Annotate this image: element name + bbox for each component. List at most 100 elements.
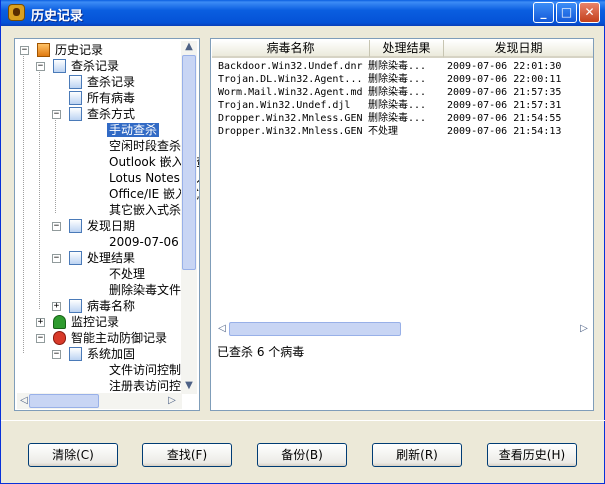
history-window: 历史记录 _ □ ✕ − 历史记录 − 查杀记录 查杀记录 所有病毒 − 查杀方式 手动查杀 空闲… bbox=[0, 0, 605, 484]
scroll-down-icon[interactable]: ▼ bbox=[182, 380, 196, 392]
table-cell: Dropper.Win32.Mnless.GEN bbox=[218, 126, 363, 137]
collapse-icon[interactable]: − bbox=[52, 222, 61, 231]
column-header-date[interactable]: 发现日期 bbox=[444, 40, 593, 58]
title-bar[interactable]: 历史记录 _ □ ✕ bbox=[1, 0, 605, 26]
tree-node[interactable]: 查杀方式 bbox=[69, 106, 137, 122]
collapse-icon[interactable]: − bbox=[52, 254, 61, 263]
table-cell: Worm.Mail.Win32.Agent.md bbox=[218, 87, 363, 98]
table-row[interactable]: Trojan.DL.Win32.Agent... 删除染毒... 2009-07-0… bbox=[215, 73, 591, 86]
tree-node-label: 手动查杀 bbox=[107, 123, 160, 137]
table-cell: 删除染毒... bbox=[368, 61, 427, 72]
maximize-button[interactable]: □ bbox=[556, 2, 577, 23]
scroll-thumb[interactable] bbox=[229, 322, 401, 336]
tree-node[interactable]: 系统加固 bbox=[69, 346, 137, 362]
tree-node[interactable]: 删除染毒文件 bbox=[107, 282, 183, 298]
tree-node[interactable]: 空闲时段查杀 bbox=[107, 138, 183, 154]
expand-icon[interactable]: + bbox=[52, 302, 61, 311]
tree-node-label: 查杀记录 bbox=[71, 59, 120, 73]
table-cell: 删除染毒... bbox=[368, 113, 427, 124]
document-icon bbox=[53, 59, 66, 73]
refresh-button[interactable]: 刷新(R) bbox=[372, 443, 462, 467]
collapse-icon[interactable]: − bbox=[52, 350, 61, 359]
app-logo-icon bbox=[8, 4, 25, 21]
table-cell: 2009-07-06 21:54:13 bbox=[447, 126, 562, 137]
find-button[interactable]: 查找(F) bbox=[142, 443, 232, 467]
tree-node[interactable]: 发现日期 bbox=[69, 218, 137, 234]
table-cell: 2009-07-06 21:57:35 bbox=[447, 87, 562, 98]
virus-list[interactable]: 病毒名称 处理结果 发现日期 Backdoor.Win32.Undef.dnr 删… bbox=[210, 38, 594, 411]
window-title: 历史记录 bbox=[31, 9, 84, 24]
tree-node[interactable]: 历史记录 bbox=[37, 42, 105, 58]
tree-node-label: 智能主动防御记录 bbox=[71, 331, 168, 345]
tree-node-label: 发现日期 bbox=[87, 219, 136, 233]
table-cell: 2009-07-06 22:01:30 bbox=[447, 61, 562, 72]
scroll-right-icon[interactable]: ▷ bbox=[165, 395, 179, 407]
tree-node-label: 2009-07-06 bbox=[109, 235, 179, 249]
umbrella-icon bbox=[53, 315, 66, 329]
table-cell: 2009-07-06 21:57:31 bbox=[447, 100, 562, 111]
expand-icon[interactable]: + bbox=[36, 318, 45, 327]
table-row[interactable]: Dropper.Win32.Mnless.GEN 删除染毒... 2009-07-0… bbox=[215, 112, 591, 125]
document-icon bbox=[69, 75, 82, 89]
tree-node[interactable]: 查杀记录 bbox=[53, 58, 121, 74]
tree-node[interactable]: 2009-07-06 bbox=[107, 234, 181, 250]
view-history-button[interactable]: 查看历史(H) bbox=[487, 443, 577, 467]
tree-node[interactable]: 监控记录 bbox=[53, 314, 121, 330]
document-icon bbox=[69, 219, 82, 233]
document-icon bbox=[69, 347, 82, 361]
scroll-up-icon[interactable]: ▲ bbox=[182, 41, 196, 53]
status-text: 已查杀 6 个病毒 bbox=[217, 345, 305, 359]
button-bar: 清除(C) 查找(F) 备份(B) 刷新(R) 查看历史(H) bbox=[1, 420, 605, 484]
table-row[interactable]: Backdoor.Win32.Undef.dnr 删除染毒... 2009-07-0… bbox=[215, 60, 591, 73]
clear-button[interactable]: 清除(C) bbox=[28, 443, 118, 467]
table-cell: Trojan.Win32.Undef.djl bbox=[218, 100, 351, 111]
tree-node-label: 查杀方式 bbox=[87, 107, 136, 121]
tree-horizontal-scrollbar[interactable]: ◁ ▷ bbox=[17, 393, 182, 409]
tree-node[interactable]: 查杀记录 bbox=[69, 74, 137, 90]
history-root-icon bbox=[37, 43, 50, 57]
table-cell: Dropper.Win32.Mnless.GEN bbox=[218, 113, 363, 124]
tree-node[interactable]: 智能主动防御记录 bbox=[53, 330, 169, 346]
tree-node[interactable]: 手动查杀 bbox=[107, 122, 160, 138]
table-cell: 删除染毒... bbox=[368, 74, 427, 85]
scroll-left-icon[interactable]: ◁ bbox=[215, 323, 229, 335]
shield-icon bbox=[53, 331, 66, 345]
history-tree[interactable]: − 历史记录 − 查杀记录 查杀记录 所有病毒 − 查杀方式 手动查杀 空闲时段查杀 Outlook… bbox=[14, 38, 200, 411]
table-cell: 删除染毒... bbox=[368, 100, 427, 111]
tree-node-label: 空闲时段查杀 bbox=[109, 139, 182, 153]
collapse-icon[interactable]: − bbox=[36, 62, 45, 71]
tree-guide-line bbox=[39, 69, 40, 309]
minimize-button[interactable]: _ bbox=[533, 2, 554, 23]
tree-vertical-scrollbar[interactable]: ▲ ▼ bbox=[181, 41, 197, 394]
table-cell: 2009-07-06 22:00:11 bbox=[447, 74, 562, 85]
tree-node-label: 历史记录 bbox=[55, 43, 104, 57]
tree-node-label: 监控记录 bbox=[71, 315, 120, 329]
table-cell: Backdoor.Win32.Undef.dnr bbox=[218, 61, 363, 72]
collapse-icon[interactable]: − bbox=[20, 46, 29, 55]
table-cell: Trojan.DL.Win32.Agent... bbox=[218, 74, 363, 85]
table-cell: 2009-07-06 21:54:55 bbox=[447, 113, 562, 124]
tree-node[interactable]: 所有病毒 bbox=[69, 90, 137, 106]
scroll-right-icon[interactable]: ▷ bbox=[577, 323, 591, 335]
tree-node[interactable]: 处理结果 bbox=[69, 250, 137, 266]
collapse-icon[interactable]: − bbox=[52, 110, 61, 119]
backup-button[interactable]: 备份(B) bbox=[257, 443, 347, 467]
table-row[interactable]: Worm.Mail.Win32.Agent.md 删除染毒... 2009-07-0… bbox=[215, 86, 591, 99]
tree-node-label: 查杀记录 bbox=[87, 75, 136, 89]
table-row[interactable]: Trojan.Win32.Undef.djl 删除染毒... 2009-07-06 … bbox=[215, 99, 591, 112]
scroll-thumb[interactable] bbox=[182, 55, 196, 270]
column-header-result[interactable]: 处理结果 bbox=[370, 40, 444, 58]
table-cell: 删除染毒... bbox=[368, 87, 427, 98]
tree-node[interactable]: 不处理 bbox=[107, 266, 147, 282]
collapse-icon[interactable]: − bbox=[36, 334, 45, 343]
close-button[interactable]: ✕ bbox=[579, 2, 600, 23]
tree-node[interactable]: 文件访问控制 bbox=[107, 362, 183, 378]
tree-node-label: 处理结果 bbox=[87, 251, 136, 265]
tree-node[interactable]: 病毒名称 bbox=[69, 298, 137, 314]
scroll-thumb[interactable] bbox=[29, 394, 99, 408]
tree-guide-line bbox=[23, 53, 24, 353]
table-row[interactable]: Dropper.Win32.Mnless.GEN 不处理 2009-07-06 21… bbox=[215, 125, 591, 138]
column-header-virus-name[interactable]: 病毒名称 bbox=[212, 40, 370, 58]
list-horizontal-scrollbar[interactable]: ◁ ▷ bbox=[215, 321, 591, 337]
document-icon bbox=[69, 91, 82, 105]
